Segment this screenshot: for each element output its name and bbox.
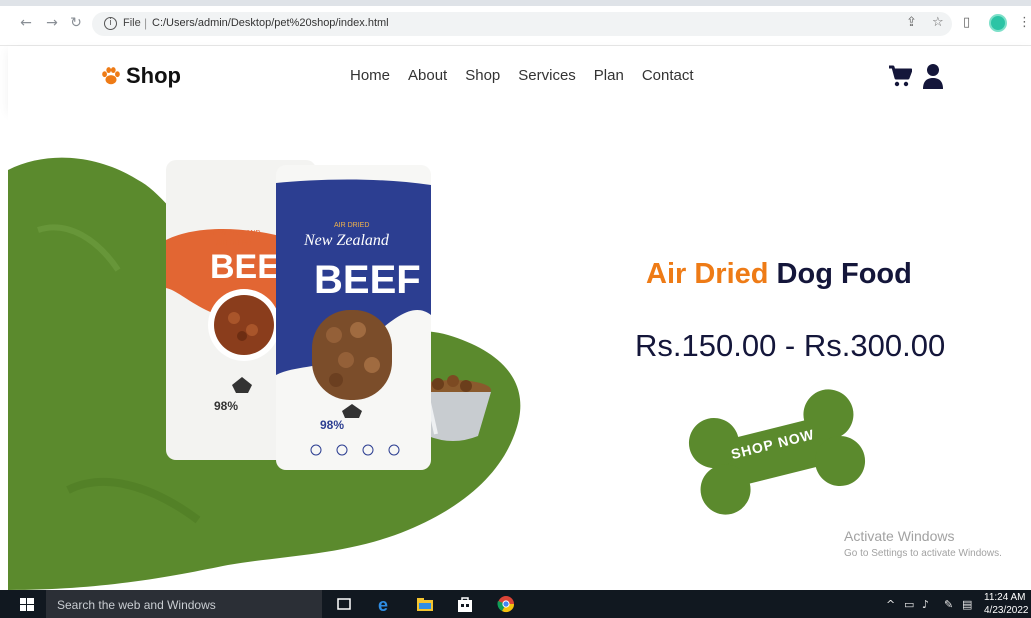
battery-icon[interactable]: ▭ <box>904 598 914 611</box>
tab-strip <box>0 0 1031 6</box>
paw-icon <box>102 67 120 85</box>
forward-icon[interactable]: → <box>44 15 60 31</box>
clock-time[interactable]: 11:24 AM <box>984 592 1026 603</box>
user-icon[interactable] <box>922 63 944 89</box>
nav-services[interactable]: Services <box>518 67 576 84</box>
nav-shop[interactable]: Shop <box>465 67 500 84</box>
windows-icon[interactable] <box>20 598 34 611</box>
orange-bag-line2: AIR DRIED <box>216 240 251 247</box>
nav-plan[interactable]: Plan <box>594 67 624 84</box>
site-header: Shop Home About Shop Services Plan Conta… <box>8 46 1031 110</box>
nav-home[interactable]: Home <box>350 67 390 84</box>
taskbar-search[interactable]: Search the web and Windows <box>46 590 322 618</box>
info-icon[interactable]: i <box>104 17 117 30</box>
orange-bag-line1: NEW ZEALAND <box>210 230 261 237</box>
shop-now-button[interactable] <box>684 386 870 518</box>
orange-bag-badge: 98% <box>214 399 238 413</box>
notification-icon[interactable]: ▤ <box>962 598 972 611</box>
chrome-icon[interactable] <box>497 595 515 613</box>
brand-name: Shop <box>126 63 181 88</box>
share-icon[interactable]: ⇪ <box>906 15 917 31</box>
blue-bag-line1: AIR DRIED <box>334 222 369 229</box>
cart-icon[interactable] <box>888 64 912 88</box>
product-bag-blue: AIR DRIED New Zealand BEEF 98% <box>276 165 431 470</box>
blue-bag-name: BEEF <box>314 258 421 302</box>
main-nav: Home About Shop Services Plan Contact <box>350 67 694 84</box>
back-icon[interactable]: ← <box>18 15 34 31</box>
hero-title: Air Dried Dog Food <box>646 258 912 291</box>
volume-icon[interactable]: ♪ <box>922 598 929 611</box>
star-icon[interactable]: ☆ <box>932 15 944 31</box>
price-range: Rs.150.00 - Rs.300.00 <box>635 328 946 363</box>
explorer-icon[interactable] <box>416 595 434 613</box>
address-bar[interactable]: i File | C:/Users/admin/Desktop/pet%20sh… <box>92 12 952 36</box>
activate-windows-subtitle: Go to Settings to activate Windows. <box>844 548 1002 559</box>
hero-title-rest: Dog Food <box>776 258 912 290</box>
task-view-icon[interactable] <box>335 595 353 613</box>
svg-text:e: e <box>378 595 388 613</box>
nav-contact[interactable]: Contact <box>642 67 694 84</box>
hero-title-accent: Air Dried <box>646 258 769 290</box>
tray-chevron-icon[interactable]: ^ <box>886 598 895 611</box>
file-label: File <box>123 17 141 29</box>
taskbar-search-placeholder: Search the web and Windows <box>57 598 216 612</box>
hero-section: NEW ZEALAND AIR DRIED BEEF 98% AIR DRIED… <box>8 110 1031 590</box>
menu-icon[interactable]: ⋮ <box>1018 15 1031 31</box>
edge-icon[interactable]: e <box>376 595 394 613</box>
blue-bag-badge: 98% <box>320 418 344 432</box>
url-text[interactable]: C:/Users/admin/Desktop/pet%20shop/index.… <box>152 17 389 29</box>
nav-about[interactable]: About <box>408 67 447 84</box>
blue-bag-line2: New Zealand <box>303 232 390 249</box>
clock-date[interactable]: 4/23/2022 <box>984 605 1029 616</box>
sidebar-icon[interactable]: ▯ <box>963 15 970 31</box>
brand-logo[interactable]: Shop <box>100 63 181 89</box>
reload-icon[interactable]: ↻ <box>68 15 84 31</box>
profile-avatar[interactable] <box>989 14 1007 32</box>
windows-taskbar: Search the web and Windows e ^ ▭ ♪ ✎ ▤ 1… <box>0 590 1031 618</box>
separator: | <box>144 16 148 30</box>
browser-toolbar: ← → ↻ i File | C:/Users/admin/Desktop/pe… <box>0 0 1031 46</box>
store-icon[interactable] <box>456 595 474 613</box>
activate-windows-title: Activate Windows <box>844 528 955 544</box>
pen-icon[interactable]: ✎ <box>944 598 953 611</box>
